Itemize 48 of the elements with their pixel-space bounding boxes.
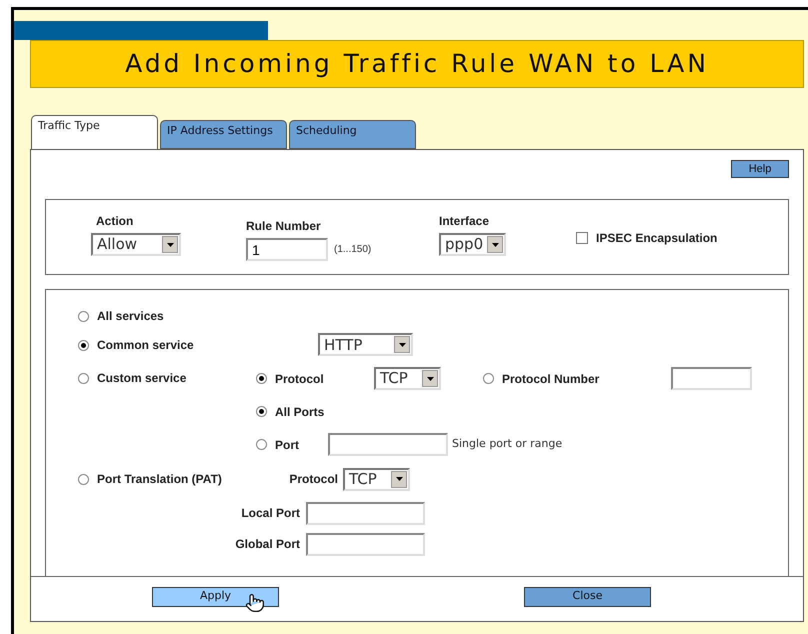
field-label: Interface: [439, 213, 490, 230]
input-field[interactable]: [671, 367, 752, 390]
radio-button[interactable]: [78, 340, 89, 351]
page-title: Add Incoming Traffic Rule WAN to LAN: [125, 48, 709, 80]
dropdown[interactable]: Allow: [91, 233, 181, 256]
caret-icon: [394, 336, 410, 354]
input-field[interactable]: [306, 532, 425, 556]
radio-button[interactable]: [78, 373, 89, 384]
field-label: Action: [96, 213, 134, 230]
radio-button[interactable]: [78, 310, 89, 322]
close-button[interactable]: Close: [524, 586, 651, 606]
radio-button[interactable]: [483, 373, 494, 384]
option-label: Port Translation (PAT): [97, 472, 223, 486]
input-field[interactable]: [306, 502, 425, 524]
option-label: Custom service: [97, 372, 188, 385]
field-label: Local Port: [240, 505, 301, 522]
caret-icon: [162, 236, 178, 253]
tab[interactable]: Scheduling: [289, 120, 416, 149]
radio-button[interactable]: [78, 474, 89, 484]
option-label: All services: [97, 310, 165, 322]
caret-icon: [487, 236, 503, 253]
dropdown[interactable]: TCP: [343, 468, 410, 490]
hint-text: Single port or range: [452, 436, 562, 452]
help-button[interactable]: Help: [731, 160, 789, 178]
input-field[interactable]: 1: [246, 238, 328, 261]
checkbox-label: IPSEC Encapsulation: [596, 230, 718, 247]
dropdown[interactable]: ppp0: [439, 233, 506, 256]
radio-button[interactable]: [256, 406, 267, 417]
radio-button[interactable]: [256, 439, 267, 450]
field-label: Protocol: [288, 471, 339, 488]
hand-cursor-icon: [245, 592, 265, 614]
radio-button[interactable]: [256, 373, 267, 384]
tab[interactable]: IP Address Settings: [160, 120, 287, 149]
tab[interactable]: Traffic Type: [31, 115, 158, 149]
field-label: Global Port: [234, 536, 301, 553]
option-label: Common service: [97, 339, 195, 352]
caret-icon: [391, 470, 407, 488]
option-label: All Ports: [275, 404, 324, 420]
dropdown[interactable]: TCP: [374, 367, 441, 390]
option-label: Protocol Number: [502, 370, 600, 388]
field-label: Rule Number: [246, 218, 322, 235]
dropdown[interactable]: HTTP: [318, 333, 413, 356]
checkbox[interactable]: [576, 232, 588, 244]
input-field[interactable]: [328, 433, 448, 456]
option-label: Protocol: [275, 370, 324, 388]
range-hint: (1...150): [334, 243, 372, 257]
caret-icon: [422, 370, 438, 387]
option-label: Port: [275, 436, 299, 454]
